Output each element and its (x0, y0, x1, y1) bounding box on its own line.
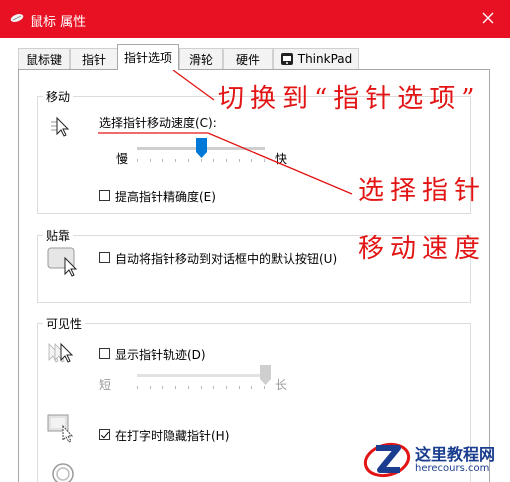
watermark-url: herecours.com (415, 463, 490, 474)
watermark-title: 这里教程网 (415, 445, 496, 464)
tab-label: 指针选项 (123, 51, 172, 65)
tab-pointer-options[interactable]: 指针选项 (117, 44, 179, 70)
annotation-select-pointer: 选择指针 (358, 176, 487, 206)
watermark-logo (363, 442, 411, 478)
annotation-arrow-tab (172, 69, 215, 101)
annotation-switch-tab: 切换到“指针选项” (218, 84, 481, 114)
watermark: 这里教程网 herecours.com (360, 436, 510, 482)
annotation-arrow-speed (207, 132, 353, 195)
annotation-move-speed: 移动速度 (358, 234, 487, 264)
